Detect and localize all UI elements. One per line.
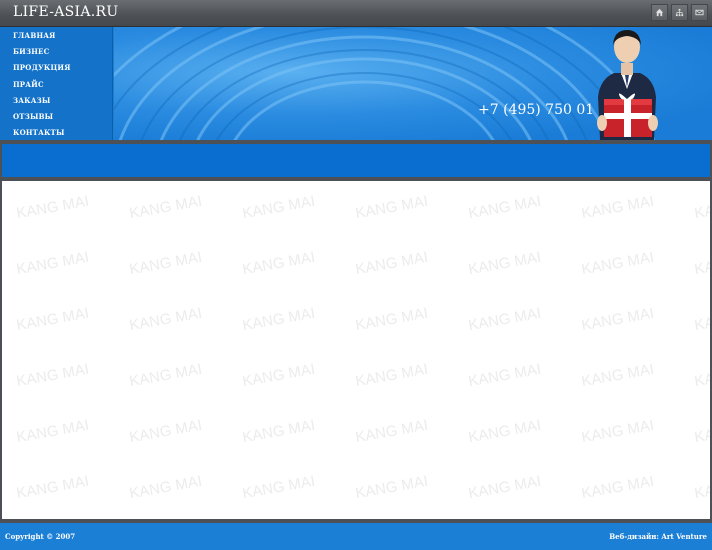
watermark-text: KANG MAI bbox=[241, 360, 317, 391]
top-icon-group bbox=[651, 4, 708, 21]
watermark-text: KANG MAI bbox=[15, 304, 91, 335]
watermark-text: KANG MAI bbox=[693, 305, 712, 335]
watermark-text: KANG MAI bbox=[467, 360, 543, 391]
watermark-text: KANG MAI bbox=[15, 248, 91, 279]
watermark-text: KANG MAI bbox=[15, 360, 91, 391]
watermark-text: KANG MAI bbox=[354, 472, 430, 503]
watermark-text: KANG MAI bbox=[580, 248, 656, 279]
watermark-text: KANG MAI bbox=[467, 192, 543, 223]
watermark-text: KANG MAI bbox=[693, 361, 712, 391]
watermark-text: KANG MAI bbox=[580, 192, 656, 223]
menu-item-price[interactable]: ПРАЙС bbox=[0, 76, 112, 92]
menu-item-orders[interactable]: ЗАКАЗЫ bbox=[0, 92, 112, 108]
top-bar: LIFE-ASIA.RU bbox=[0, 0, 712, 27]
watermark-text: KANG MAI bbox=[354, 248, 430, 279]
sitemap-icon[interactable] bbox=[671, 4, 688, 21]
watermark-text: KANG MAI bbox=[241, 192, 317, 223]
watermark-text: KANG MAI bbox=[15, 472, 91, 503]
blue-strip bbox=[0, 144, 712, 177]
watermark-text: KANG MAI bbox=[354, 192, 430, 223]
watermark-text: KANG MAI bbox=[354, 416, 430, 447]
watermark-text: KANG MAI bbox=[467, 248, 543, 279]
watermark-text: KANG MAI bbox=[580, 360, 656, 391]
watermark-text: KANG MAI bbox=[128, 192, 204, 223]
copyright-text: Copyright © 2007 bbox=[5, 532, 76, 541]
mail-icon[interactable] bbox=[691, 4, 708, 21]
site-title[interactable]: LIFE-ASIA.RU bbox=[13, 4, 118, 20]
menu-item-products[interactable]: ПРОДУКЦИЯ bbox=[0, 60, 112, 76]
watermark-text: KANG MAI bbox=[467, 416, 543, 447]
watermark-text: KANG MAI bbox=[15, 192, 91, 223]
watermark-text: KANG MAI bbox=[128, 304, 204, 335]
header: ГЛАВНАЯ БИЗНЕС ПРОДУКЦИЯ ПРАЙС ЗАКАЗЫ ОТ… bbox=[0, 27, 712, 140]
main-menu: ГЛАВНАЯ БИЗНЕС ПРОДУКЦИЯ ПРАЙС ЗАКАЗЫ ОТ… bbox=[0, 27, 113, 140]
person-with-gift-image bbox=[597, 30, 658, 140]
watermark-text: KANG MAI bbox=[693, 193, 712, 223]
watermark-text: KANG MAI bbox=[693, 417, 712, 447]
watermark-text: KANG MAI bbox=[693, 249, 712, 279]
watermark-text: KANG MAI bbox=[354, 304, 430, 335]
watermark-text: KANG MAI bbox=[580, 416, 656, 447]
watermark-text: KANG MAI bbox=[693, 473, 712, 503]
watermark-text: KANG MAI bbox=[128, 248, 204, 279]
menu-item-contacts[interactable]: КОНТАКТЫ bbox=[0, 125, 112, 141]
watermark-text: KANG MAI bbox=[15, 416, 91, 447]
home-icon[interactable] bbox=[651, 4, 668, 21]
watermark-text: KANG MAI bbox=[241, 304, 317, 335]
menu-item-home[interactable]: ГЛАВНАЯ bbox=[0, 27, 112, 43]
menu-item-reviews[interactable]: ОТЗЫВЫ bbox=[0, 108, 112, 124]
watermark-text: KANG MAI bbox=[128, 360, 204, 391]
watermark-text: KANG MAI bbox=[467, 304, 543, 335]
watermark-text: KANG MAI bbox=[241, 416, 317, 447]
watermark-text: KANG MAI bbox=[580, 472, 656, 503]
menu-item-business[interactable]: БИЗНЕС bbox=[0, 43, 112, 59]
design-credit[interactable]: Веб-дизайн: Art Venture bbox=[609, 532, 707, 541]
watermark-text: KANG MAI bbox=[580, 304, 656, 335]
watermark-text: KANG MAI bbox=[241, 472, 317, 503]
watermark-text: KANG MAI bbox=[128, 472, 204, 503]
footer: Copyright © 2007 Веб-дизайн: Art Venture bbox=[0, 523, 712, 550]
watermark-text: KANG MAI bbox=[467, 472, 543, 503]
watermark-text: KANG MAI bbox=[241, 248, 317, 279]
content-area: KANG MAI KANG MAI KANG MAI KANG MAI KANG MAI… bbox=[0, 181, 712, 519]
watermark-text: KANG MAI bbox=[128, 416, 204, 447]
watermark-text: KANG MAI bbox=[354, 360, 430, 391]
